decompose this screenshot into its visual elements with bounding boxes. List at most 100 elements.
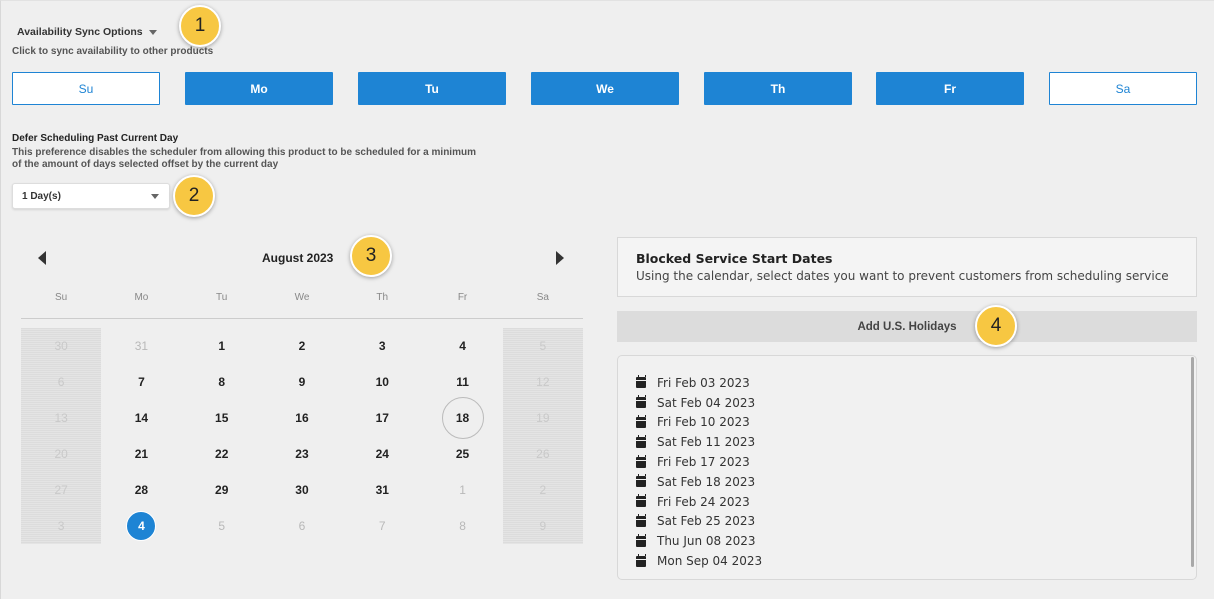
blocked-date-item[interactable]: Mon Sep 04 2023 bbox=[636, 551, 1196, 571]
day-number: 9 bbox=[539, 519, 547, 533]
day-number: 16 bbox=[295, 411, 309, 425]
day-number: 10 bbox=[375, 375, 389, 389]
calendar-icon bbox=[636, 395, 646, 409]
day-number: 2 bbox=[539, 483, 547, 497]
calendar-day[interactable]: 28 bbox=[101, 472, 181, 508]
calendar-day[interactable]: 30 bbox=[262, 472, 342, 508]
calendar-icon bbox=[636, 533, 646, 547]
day-number: 21 bbox=[134, 447, 149, 461]
day-toggle-mo[interactable]: Mo bbox=[185, 72, 333, 105]
calendar-day[interactable]: 11 bbox=[422, 364, 502, 400]
blocked-date-item[interactable]: Fri Feb 03 2023 bbox=[636, 373, 1196, 393]
blocked-date-item[interactable]: Sat Feb 11 2023 bbox=[636, 432, 1196, 452]
calendar-day[interactable]: 9 bbox=[262, 364, 342, 400]
calendar-day-today[interactable]: 18 bbox=[422, 400, 502, 436]
calendar-day[interactable]: 14 bbox=[101, 400, 181, 436]
calendar-day[interactable]: 3 bbox=[342, 328, 422, 364]
calendar-day: 27 bbox=[21, 472, 101, 508]
weekday-label: Th bbox=[376, 292, 389, 303]
blocked-date-item[interactable]: Fri Feb 24 2023 bbox=[636, 492, 1196, 512]
day-toggle-tu[interactable]: Tu bbox=[358, 72, 506, 105]
day-number: 17 bbox=[375, 411, 389, 425]
blocked-date-item[interactable]: Sat Feb 04 2023 bbox=[636, 393, 1196, 413]
calendar-day: 13 bbox=[21, 400, 101, 436]
day-number: 25 bbox=[455, 447, 470, 461]
day-number: 11 bbox=[456, 375, 469, 389]
weekday-label: We bbox=[294, 292, 310, 303]
calendar-day[interactable]: 10 bbox=[342, 364, 422, 400]
calendar-day[interactable]: 31 bbox=[342, 472, 422, 508]
calendar-day[interactable]: 7 bbox=[101, 364, 181, 400]
day-toggle-fr[interactable]: Fr bbox=[876, 72, 1024, 105]
calendar-day[interactable]: 4 bbox=[422, 328, 502, 364]
calendar-day[interactable]: 25 bbox=[422, 436, 502, 472]
day-toggle-we[interactable]: We bbox=[531, 72, 679, 105]
day-number: 28 bbox=[134, 483, 149, 497]
day-number: 30 bbox=[54, 339, 68, 353]
calendar-day[interactable]: 2 bbox=[262, 328, 342, 364]
calendar-day: 3 bbox=[21, 508, 101, 544]
defer-select-value: 1 Day(s) bbox=[22, 190, 61, 202]
calendar-day[interactable]: 8 bbox=[422, 508, 502, 544]
dates-list-scrollbar[interactable] bbox=[1191, 357, 1194, 567]
blocked-date-item[interactable]: Fri Feb 17 2023 bbox=[636, 452, 1196, 472]
day-number: 5 bbox=[218, 519, 226, 533]
blocked-date-item[interactable]: Fri Feb 10 2023 bbox=[636, 413, 1196, 433]
calendar-day[interactable]: 15 bbox=[182, 400, 262, 436]
calendar-weekday-header: Su Mo Tu We Th Fr Sa bbox=[21, 292, 583, 303]
day-number: 5 bbox=[539, 339, 547, 353]
day-number: 22 bbox=[215, 447, 229, 461]
calendar-grid: 30 31 1 2 3 4 5 6 7 8 9 10 11 12 13 14 15 16 17 18 19 20 21 22 2… bbox=[21, 328, 583, 544]
day-number: 12 bbox=[536, 375, 550, 389]
calendar-day[interactable]: 16 bbox=[262, 400, 342, 436]
day-number: 4 bbox=[459, 339, 466, 353]
calendar-day[interactable]: 1 bbox=[422, 472, 502, 508]
day-toggle-su[interactable]: Su bbox=[12, 72, 160, 105]
caret-down-icon bbox=[148, 29, 157, 35]
blocked-date-label: Sat Feb 04 2023 bbox=[657, 395, 756, 410]
day-number: 3 bbox=[57, 519, 65, 533]
blocked-dates-list[interactable]: Fri Feb 03 2023 Sat Feb 04 2023 Fri Feb 10… bbox=[617, 355, 1197, 580]
calendar-day[interactable]: 5 bbox=[182, 508, 262, 544]
day-number: 23 bbox=[295, 447, 309, 461]
calendar-day: 2 bbox=[503, 472, 583, 508]
calendar-day[interactable]: 7 bbox=[342, 508, 422, 544]
day-toggle-th[interactable]: Th bbox=[704, 72, 852, 105]
blocked-date-label: Fri Feb 10 2023 bbox=[657, 415, 750, 430]
day-number: 4 bbox=[126, 511, 157, 541]
add-us-holidays-button[interactable]: Add U.S. Holidays bbox=[617, 311, 1197, 342]
blocked-dates-title: Blocked Service Start Dates bbox=[636, 251, 833, 266]
calendar-day[interactable]: 22 bbox=[182, 436, 262, 472]
sync-title-label: Availability Sync Options bbox=[17, 26, 143, 38]
calendar-day[interactable]: 8 bbox=[182, 364, 262, 400]
day-number: 1 bbox=[459, 483, 466, 497]
blocked-date-item[interactable]: Sat Feb 25 2023 bbox=[636, 512, 1196, 532]
callout-badge-1: 1 bbox=[179, 5, 221, 47]
defer-days-select[interactable]: 1 Day(s) bbox=[12, 183, 170, 209]
calendar-day[interactable]: 21 bbox=[101, 436, 181, 472]
weekday-label: Fr bbox=[457, 292, 468, 303]
blocked-date-item[interactable]: Sat Feb 18 2023 bbox=[636, 472, 1196, 492]
calendar-day[interactable]: 1 bbox=[182, 328, 262, 364]
day-number: 3 bbox=[378, 339, 386, 353]
calendar-day-selected[interactable]: 4 bbox=[101, 508, 181, 544]
day-number: 18 bbox=[455, 411, 470, 425]
calendar-day[interactable]: 17 bbox=[342, 400, 422, 436]
blocked-date-label: Fri Feb 24 2023 bbox=[657, 494, 750, 509]
day-number: 6 bbox=[57, 375, 65, 389]
calendar-day[interactable]: 23 bbox=[262, 436, 342, 472]
day-number: 13 bbox=[54, 411, 68, 425]
calendar-day[interactable]: 6 bbox=[262, 508, 342, 544]
calendar-day[interactable]: 31 bbox=[101, 328, 181, 364]
prev-month-icon[interactable] bbox=[38, 251, 46, 265]
day-toggle-sa[interactable]: Sa bbox=[1049, 72, 1197, 105]
next-month-icon[interactable] bbox=[556, 251, 564, 265]
calendar-day[interactable]: 29 bbox=[182, 472, 262, 508]
day-number: 27 bbox=[54, 483, 68, 497]
availability-sync-dropdown[interactable]: Availability Sync Options bbox=[17, 26, 157, 38]
weekday-label: Su bbox=[55, 292, 68, 303]
blocked-date-item[interactable]: Thu Jun 08 2023 bbox=[636, 531, 1196, 551]
calendar-day[interactable]: 24 bbox=[342, 436, 422, 472]
chevron-down-icon bbox=[151, 194, 159, 199]
calendar-week-row: 27 28 29 30 31 1 2 bbox=[21, 472, 583, 508]
